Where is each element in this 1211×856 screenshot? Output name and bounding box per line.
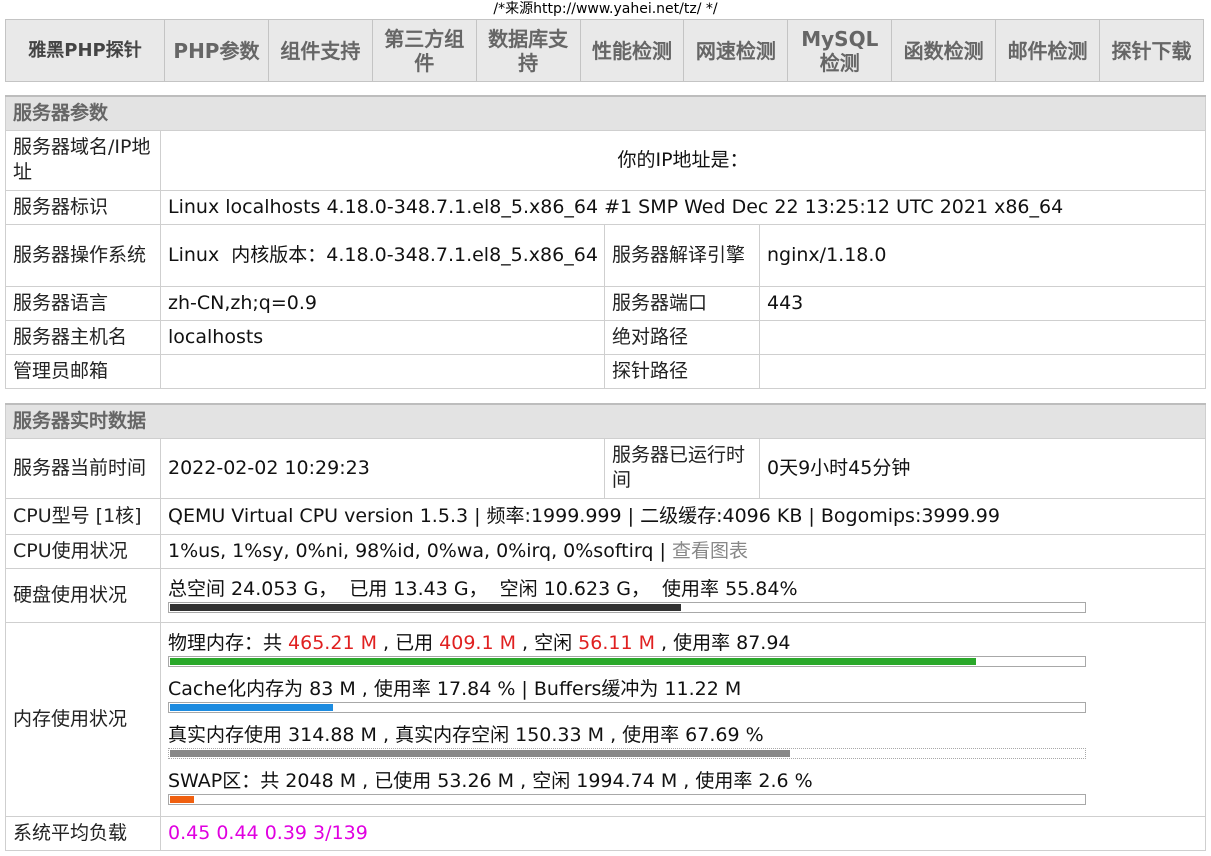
lang-value: zh-CN,zh;q=0.9 bbox=[160, 285, 605, 321]
engine-value: nginx/1.18.0 bbox=[758, 223, 1207, 287]
os-value: Linux 内核版本：4.18.0-348.7.1.el8_5.x86_64 bbox=[160, 223, 605, 287]
physical-memory-bar bbox=[168, 656, 1086, 667]
nav-download[interactable]: 探针下载 bbox=[1099, 19, 1204, 82]
nav-php-params[interactable]: PHP参数 bbox=[164, 19, 269, 82]
nav-performance[interactable]: 性能检测 bbox=[579, 19, 685, 82]
swap-bar bbox=[168, 794, 1086, 805]
port-label: 服务器端口 bbox=[604, 285, 760, 321]
mem-free: 56.11 M bbox=[578, 632, 655, 654]
disk-total: 24.053 bbox=[231, 577, 298, 600]
probe-path-label: 探针路径 bbox=[604, 353, 760, 389]
time-value: 2022-02-02 10:29:23 bbox=[160, 437, 605, 499]
mem-used: 409.1 M bbox=[439, 632, 516, 654]
host-label: 服务器主机名 bbox=[5, 319, 161, 355]
cpu-usage-text: 1%us, 1%sy, 0%ni, 98%id, 0%wa, 0%irq, 0%… bbox=[168, 539, 672, 562]
cpu-usage-label: CPU使用状况 bbox=[5, 533, 161, 569]
cpu-model-value: QEMU Virtual CPU version 1.5.3 | 频率:1999… bbox=[159, 497, 1207, 535]
nav-third-party[interactable]: 第三方组件 bbox=[371, 19, 477, 82]
memory-label: 内存使用状况 bbox=[5, 621, 161, 817]
identity-label: 服务器标识 bbox=[5, 189, 161, 225]
cache-memory-fill bbox=[170, 704, 334, 711]
server-params-table: 服务器参数 服务器域名/IP地址 你的IP地址是： 服务器标识 Linux lo… bbox=[4, 95, 1207, 389]
nav-database[interactable]: 数据库支持 bbox=[475, 19, 581, 82]
disk-usage-fill bbox=[170, 603, 682, 611]
disk-used: 13.43 bbox=[393, 577, 448, 600]
admin-email-label: 管理员邮箱 bbox=[5, 353, 161, 389]
swap-fill bbox=[170, 796, 194, 803]
lang-label: 服务器语言 bbox=[5, 285, 161, 321]
cache-memory-text: Cache化内存为 83 M , 使用率 17.84 % | Buffers缓冲… bbox=[168, 678, 742, 700]
server-params-title: 服务器参数 bbox=[4, 95, 1207, 131]
load-label: 系统平均负载 bbox=[5, 815, 161, 851]
cpu-model-label: CPU型号 [1核] bbox=[5, 497, 161, 535]
real-memory-block: 真实内存使用 314.88 M , 真实内存空闲 150.33 M , 使用率 … bbox=[168, 725, 1198, 759]
probe-path-value bbox=[758, 353, 1207, 389]
load-value: 0.45 0.44 0.39 3/139 bbox=[159, 815, 1207, 851]
disk-text: 总空间 24.053 G， 已用 13.43 G， 空闲 10.623 G， 使… bbox=[168, 577, 798, 600]
admin-email-value bbox=[160, 353, 605, 389]
swap-text: SWAP区：共 2048 M , 已使用 53.26 M , 空闲 1994.7… bbox=[168, 770, 813, 792]
uptime-value: 0天9小时45分钟 bbox=[758, 437, 1207, 499]
engine-label: 服务器解译引擎 bbox=[604, 223, 760, 287]
real-memory-bar bbox=[168, 748, 1086, 759]
physical-memory-fill bbox=[170, 658, 976, 665]
nav-network-speed[interactable]: 网速检测 bbox=[683, 19, 789, 82]
disk-usage-bar bbox=[168, 601, 1086, 613]
cpu-usage-value: 1%us, 1%sy, 0%ni, 98%id, 0%wa, 0%irq, 0%… bbox=[159, 533, 1207, 569]
abs-path-value bbox=[758, 319, 1207, 355]
swap-block: SWAP区：共 2048 M , 已使用 53.26 M , 空闲 1994.7… bbox=[168, 771, 1198, 805]
cpu-chart-link[interactable]: 查看图表 bbox=[672, 540, 748, 562]
mem-total: 465.21 M bbox=[288, 632, 377, 654]
cache-memory-bar bbox=[168, 702, 1086, 713]
source-comment: /*来源http://www.yahei.net/tz/ */ bbox=[493, 1, 718, 17]
nav-brand-link[interactable]: 雅黑PHP探针 bbox=[5, 19, 165, 82]
cache-memory-block: Cache化内存为 83 M , 使用率 17.84 % | Buffers缓冲… bbox=[168, 679, 1198, 713]
domain-value: 你的IP地址是： bbox=[159, 129, 1207, 191]
realtime-title: 服务器实时数据 bbox=[4, 403, 1207, 439]
disk-cell: 总空间 24.053 G， 已用 13.43 G， 空闲 10.623 G， 使… bbox=[159, 567, 1207, 623]
disk-label: 硬盘使用状况 bbox=[5, 567, 161, 623]
abs-path-label: 绝对路径 bbox=[604, 319, 760, 355]
nav-components[interactable]: 组件支持 bbox=[267, 19, 373, 82]
time-label: 服务器当前时间 bbox=[5, 437, 161, 499]
physical-memory-block: 物理内存：共 465.21 M , 已用 409.1 M , 空闲 56.11 … bbox=[168, 633, 1198, 667]
host-value: localhosts bbox=[160, 319, 605, 355]
nav-mail[interactable]: 邮件检测 bbox=[995, 19, 1101, 82]
identity-value: Linux localhosts 4.18.0-348.7.1.el8_5.x8… bbox=[159, 189, 1207, 225]
port-value: 443 bbox=[758, 285, 1207, 321]
top-nav: 雅黑PHP探针 PHP参数 组件支持 第三方组件 数据库支持 性能检测 网速检测… bbox=[5, 19, 1204, 82]
nav-mysql[interactable]: MySQL检测 bbox=[787, 19, 893, 82]
disk-free: 10.623 bbox=[543, 577, 611, 600]
nav-functions[interactable]: 函数检测 bbox=[891, 19, 997, 82]
physical-memory-text: 物理内存：共 465.21 M , 已用 409.1 M , 空闲 56.11 … bbox=[168, 632, 791, 654]
real-memory-fill bbox=[170, 750, 791, 757]
real-memory-text: 真实内存使用 314.88 M , 真实内存空闲 150.33 M , 使用率 … bbox=[168, 724, 764, 746]
uptime-label: 服务器已运行时间 bbox=[604, 437, 760, 499]
realtime-table: 服务器实时数据 服务器当前时间 2022-02-02 10:29:23 服务器已… bbox=[4, 403, 1207, 851]
os-label: 服务器操作系统 bbox=[5, 223, 161, 287]
disk-pct: 55.84% bbox=[725, 577, 798, 600]
memory-cell: 物理内存：共 465.21 M , 已用 409.1 M , 空闲 56.11 … bbox=[159, 621, 1207, 817]
domain-label: 服务器域名/IP地址 bbox=[5, 129, 161, 191]
